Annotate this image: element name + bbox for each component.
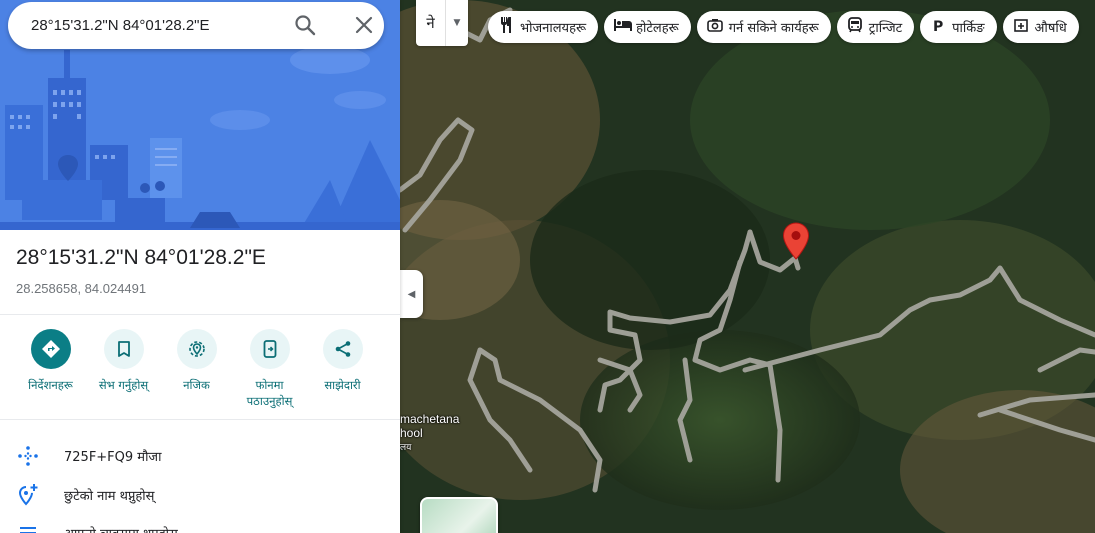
chip-pharmacy[interactable]: औषधि (1002, 11, 1079, 43)
send-to-phone-icon (249, 329, 290, 369)
divider (0, 419, 400, 420)
restaurant-icon (498, 17, 514, 37)
action-label: निर्देशनहरू (28, 378, 73, 392)
camera-icon (706, 18, 723, 36)
action-buttons: निर्देशनहरू सेभ गर्नुहोस् नजिक फोनमा पठा… (0, 329, 400, 409)
search-box[interactable] (8, 2, 384, 49)
bookmark-icon (103, 329, 144, 369)
divider (0, 314, 400, 315)
chip-things-to-do[interactable]: गर्न सकिने कार्यहरू (696, 11, 831, 43)
plus-code-row[interactable]: 725F+FQ9 मौजा (0, 438, 400, 474)
poi-label-line: hool (400, 426, 423, 440)
map-language-label[interactable]: ने (416, 0, 446, 46)
chevron-left-icon: ◀ (407, 288, 416, 300)
action-label: फोनमा पठाउनुहोस् (246, 378, 293, 408)
location-pin-icon[interactable] (782, 222, 810, 264)
chip-parking[interactable]: P पार्किङ (920, 11, 997, 43)
nearby-button[interactable]: नजिक (160, 329, 233, 409)
add-place-icon (0, 483, 56, 507)
layers-thumbnail[interactable] (420, 497, 498, 533)
parking-icon: P (933, 19, 944, 35)
chevron-down-icon[interactable]: ▼ (446, 0, 468, 46)
decimal-coordinates[interactable]: 28.258658, 84.024491 (16, 281, 146, 296)
poi-label-line: लय (400, 442, 412, 452)
action-label: साझेदारी (324, 378, 361, 392)
chip-label: होटेलहरू (636, 21, 679, 36)
chip-transit[interactable]: ट्रान्जिट (836, 11, 915, 43)
chip-label: औषधि (1034, 21, 1067, 36)
map-poi-label[interactable]: machetana hool लय (400, 412, 459, 454)
share-icon (322, 329, 363, 369)
add-business-row[interactable]: आफ्नो व्यवसाय थप्नुहोस् (0, 515, 400, 533)
directions-button[interactable]: निर्देशनहरू (14, 329, 87, 409)
action-label: नजिक (183, 378, 210, 392)
search-input[interactable] (31, 17, 281, 34)
satellite-imagery (400, 0, 1095, 533)
chip-hotels[interactable]: होटेलहरू (604, 11, 691, 43)
action-label: सेभ गर्नुहोस् (98, 378, 149, 392)
plus-code-text: 725F+FQ9 मौजा (64, 450, 162, 465)
chip-restaurants[interactable]: भोजनालयहरू (488, 11, 599, 43)
category-chips: भोजनालयहरू होटेलहरू गर्न सकिने कार्यहरू … (488, 11, 1079, 43)
hotel-icon (614, 19, 633, 35)
pharmacy-icon (1013, 18, 1029, 36)
chip-label: गर्न सकिने कार्यहरू (728, 21, 819, 36)
nearby-icon (176, 329, 217, 369)
collapse-panel-button[interactable]: ◀ (400, 270, 423, 318)
poi-label-line: machetana (400, 412, 460, 426)
chip-label: पार्किङ (952, 21, 985, 36)
share-button[interactable]: साझेदारी (306, 329, 379, 409)
side-panel: 28°15'31.2"N 84°01'28.2"E 28.258658, 84.… (0, 0, 400, 533)
directions-icon (30, 329, 71, 369)
hero-illustration (0, 0, 400, 230)
send-to-phone-button[interactable]: फोनमा पठाउनुहोस् (233, 329, 306, 409)
chip-label: ट्रान्जिट (868, 21, 903, 36)
chip-label: भोजनालयहरू (520, 21, 587, 36)
map-type-selector[interactable]: ने ▼ (416, 0, 468, 46)
transit-icon (847, 17, 863, 37)
add-missing-place-text: छुटेको नाम थप्नुहोस् (64, 489, 155, 504)
place-title: 28°15'31.2"N 84°01'28.2"E (16, 246, 266, 269)
map-canvas[interactable]: ने ▼ भोजनालयहरू होटेलहरू गर्न सकिने कार्… (400, 0, 1095, 533)
plus-code-icon (0, 445, 56, 467)
save-button[interactable]: सेभ गर्नुहोस् (87, 329, 160, 409)
add-missing-place-row[interactable]: छुटेको नाम थप्नुहोस् (0, 477, 400, 513)
list-icon (0, 526, 56, 533)
add-business-text: आफ्नो व्यवसाय थप्नुहोस् (64, 524, 178, 533)
